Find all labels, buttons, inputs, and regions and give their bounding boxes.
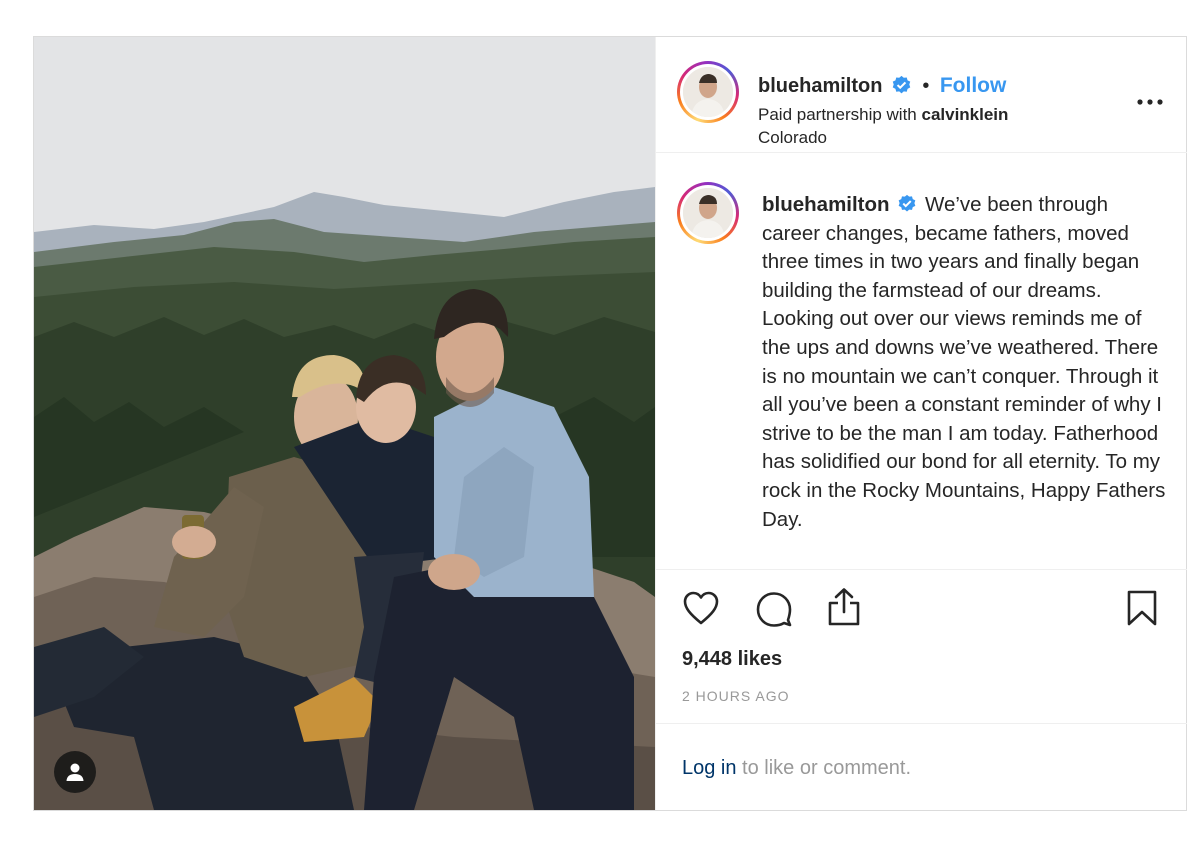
likes-count[interactable]: 9,448 likes (682, 648, 782, 671)
caption-section: bluehamilton We’ve been through career c… (656, 153, 1187, 570)
partner-link[interactable]: calvinklein (921, 105, 1008, 124)
post-timestamp[interactable]: 2 HOURS AGO (682, 688, 789, 704)
bookmark-icon[interactable] (1126, 589, 1158, 627)
instagram-post: bluehamilton • Follow Paid partnership w… (33, 36, 1187, 811)
login-suffix: to like or comment. (736, 757, 912, 779)
partnership-line: Paid partnership with calvinklein (758, 105, 1008, 125)
author-username[interactable]: bluehamilton (758, 75, 882, 97)
heart-icon[interactable] (682, 590, 720, 626)
share-icon[interactable] (826, 587, 862, 627)
caption-body: We’ve been through career changes, becam… (762, 193, 1166, 531)
avatar-photo (683, 188, 733, 238)
comment-icon[interactable] (755, 590, 793, 628)
user-tag-icon (66, 763, 84, 781)
user-tag-button[interactable] (54, 751, 96, 793)
more-horizontal-icon (1137, 99, 1163, 105)
login-link[interactable]: Log in (682, 757, 737, 779)
author-avatar[interactable] (677, 61, 739, 123)
partnership-prefix: Paid partnership with (758, 105, 922, 124)
photo-scene (34, 37, 655, 810)
location-link[interactable]: Colorado (758, 128, 827, 148)
post-side-panel: bluehamilton • Follow Paid partnership w… (655, 37, 1187, 810)
caption-username[interactable]: bluehamilton (762, 193, 890, 216)
verified-badge-icon (898, 194, 916, 212)
caption-text: bluehamilton We’ve been through career c… (762, 191, 1170, 534)
actions-section: 9,448 likes 2 HOURS AGO (656, 570, 1187, 724)
follow-button[interactable]: Follow (940, 74, 1007, 97)
verified-badge-icon (892, 76, 911, 94)
separator-dot: • (922, 75, 930, 97)
login-prompt: Log in to like or comment. (682, 757, 911, 780)
caption-avatar[interactable] (677, 182, 739, 244)
post-photo[interactable] (34, 37, 655, 810)
avatar-photo (683, 67, 733, 117)
more-options-button[interactable] (1137, 85, 1163, 111)
post-header: bluehamilton • Follow Paid partnership w… (656, 37, 1187, 153)
